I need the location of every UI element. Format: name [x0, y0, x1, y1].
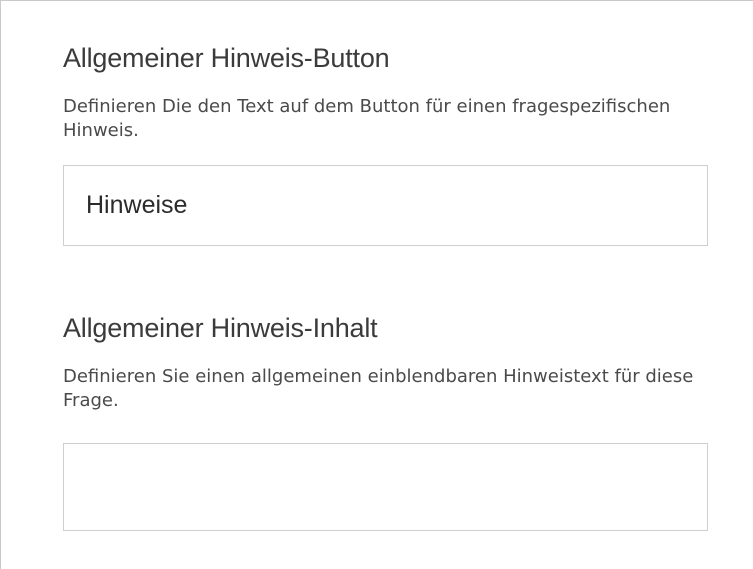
- hint-button-text-input[interactable]: [63, 165, 708, 246]
- hint-button-title: Allgemeiner Hinweis-Button: [63, 43, 390, 73]
- hint-content-section: Allgemeiner Hinweis-Inhalt Definieren Si…: [63, 311, 708, 531]
- hint-content-title: Allgemeiner Hinweis-Inhalt: [63, 313, 378, 343]
- hint-content-description: Definieren Sie einen allgemeinen einblen…: [63, 366, 694, 411]
- settings-panel: Allgemeiner Hinweis-Button Definieren Di…: [0, 0, 753, 569]
- hint-content-text-input[interactable]: [63, 443, 708, 531]
- hint-button-description: Definieren Die den Text auf dem Button f…: [63, 96, 671, 141]
- hint-button-section: Allgemeiner Hinweis-Button Definieren Di…: [63, 41, 708, 246]
